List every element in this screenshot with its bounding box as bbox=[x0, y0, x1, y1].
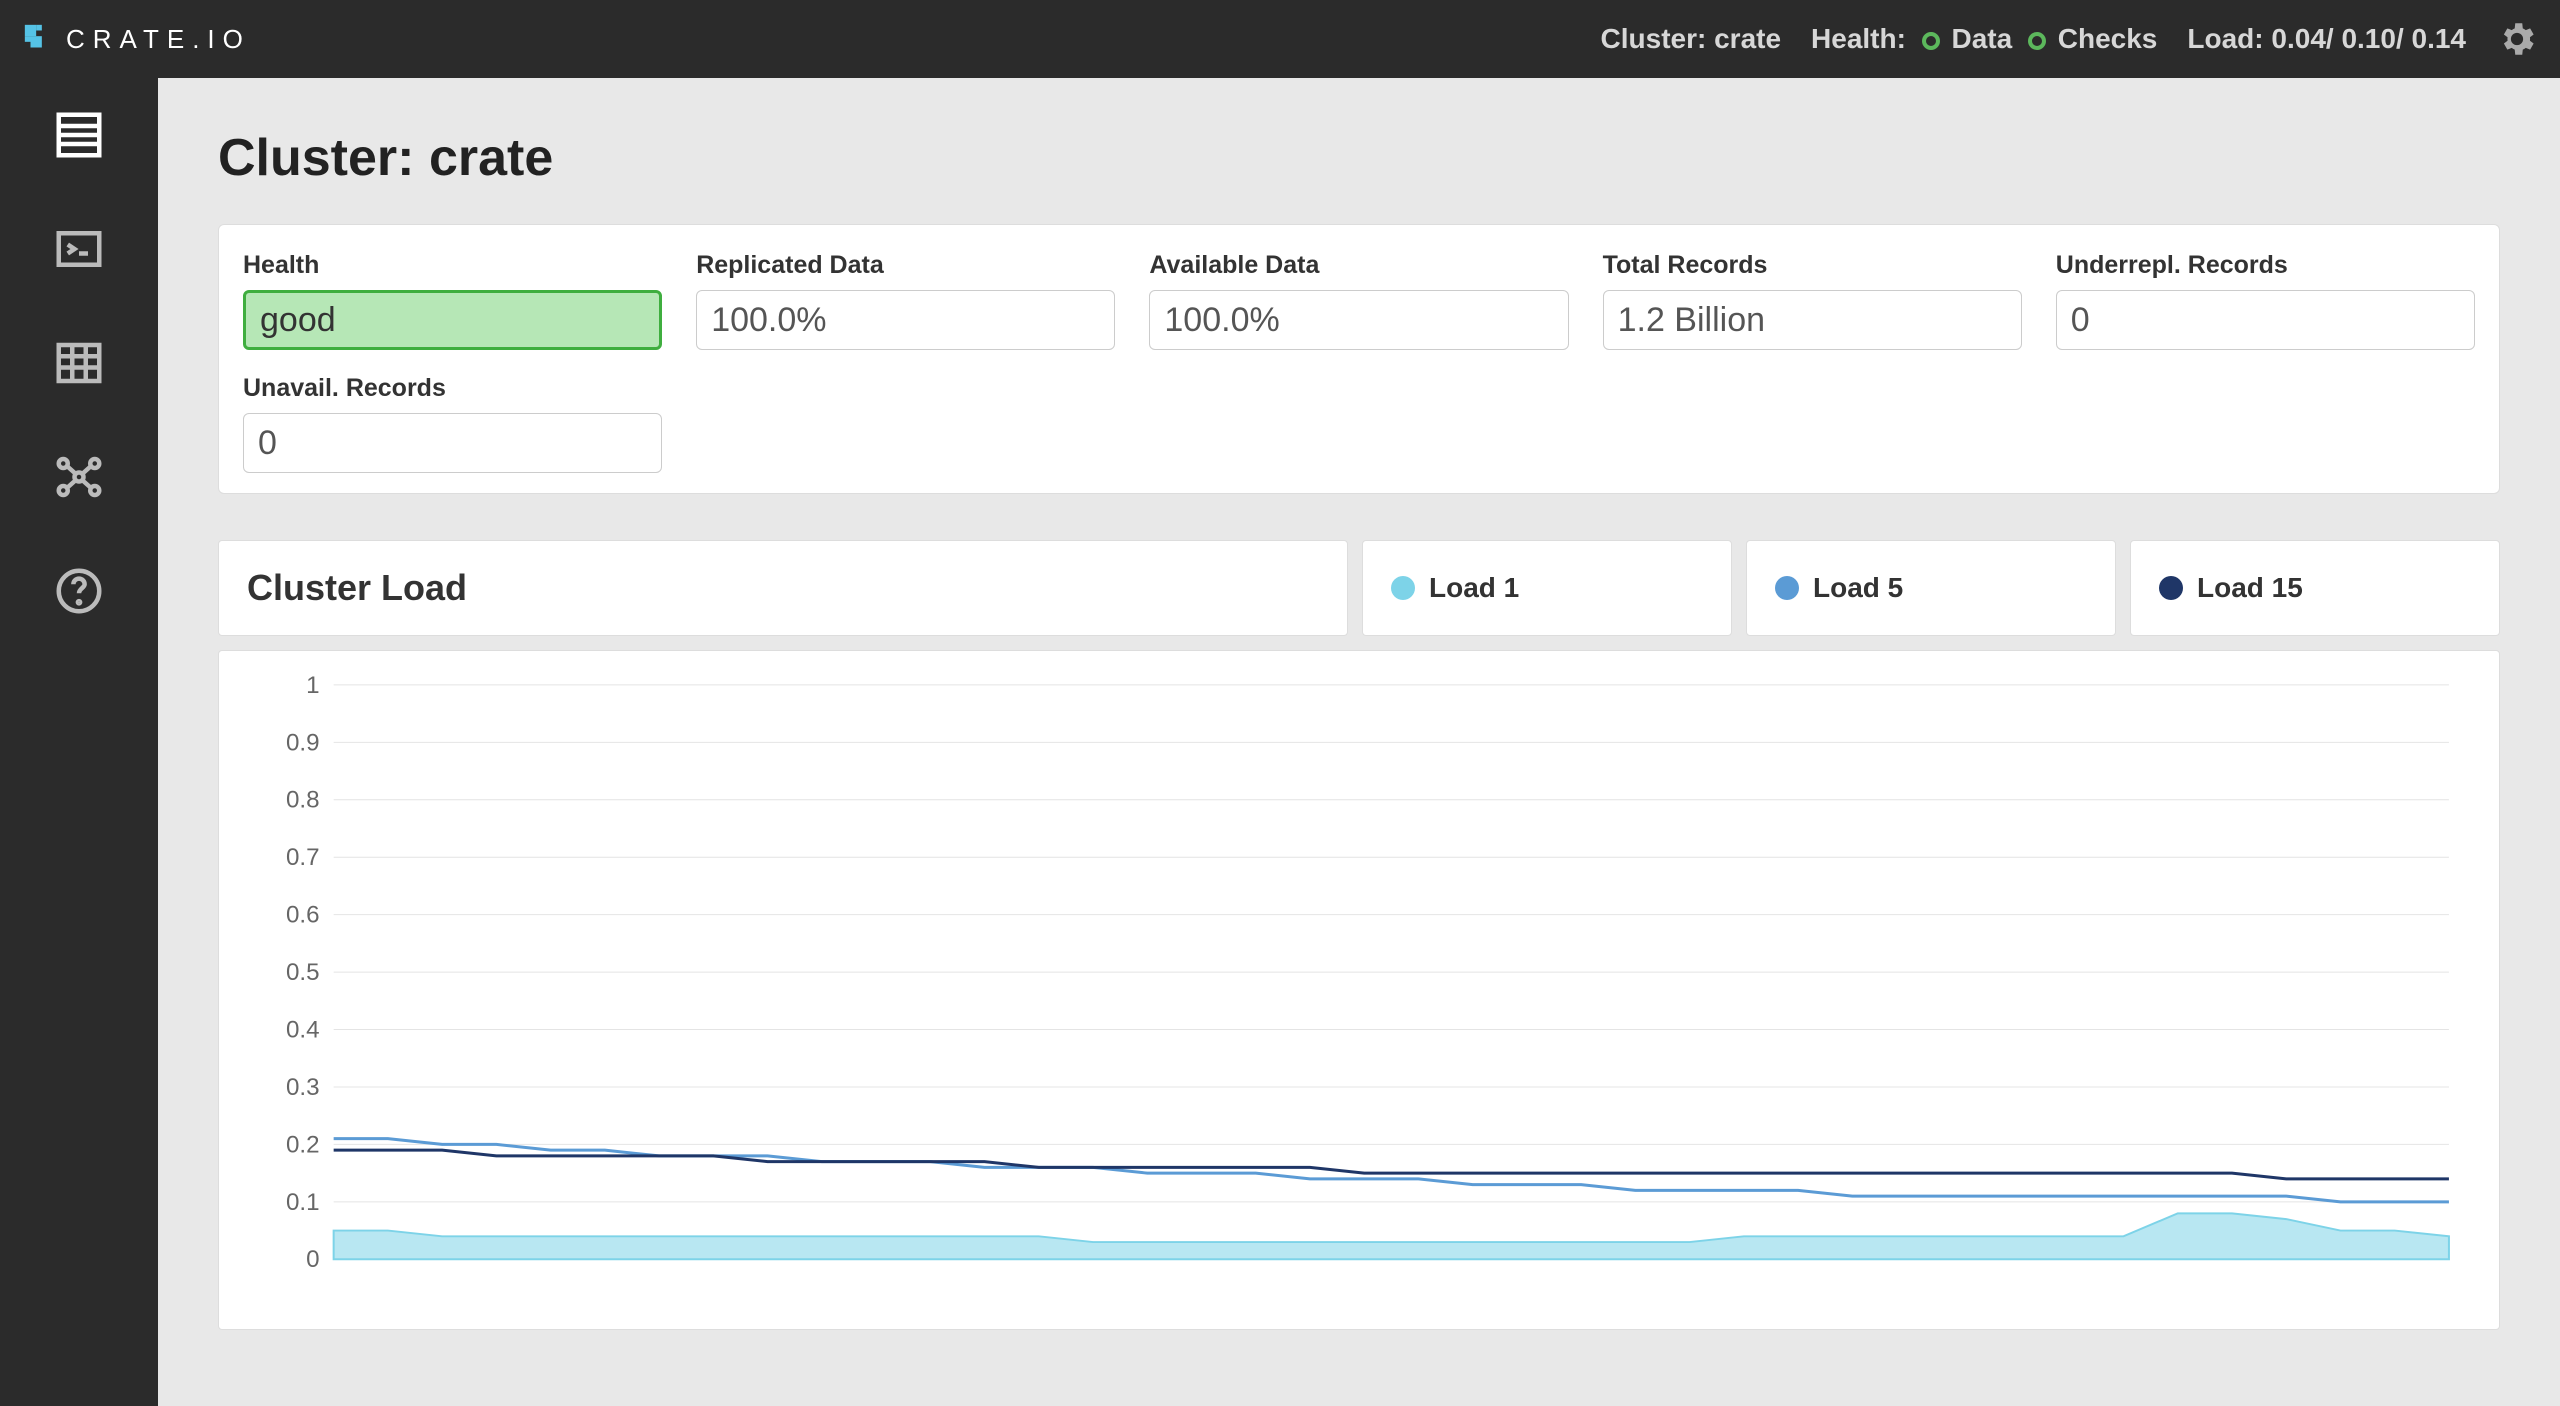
legend-dot-icon bbox=[1775, 576, 1799, 600]
settings-gear-icon[interactable] bbox=[2496, 18, 2538, 60]
svg-text:0.5: 0.5 bbox=[286, 959, 320, 986]
chart-header-row: Cluster Load Load 1 Load 5 Load 15 bbox=[218, 540, 2500, 636]
stat-value: good bbox=[243, 290, 662, 350]
stat-block: Health good bbox=[243, 251, 662, 350]
checks-health-dot-icon bbox=[2028, 32, 2046, 50]
console-icon bbox=[52, 222, 106, 276]
sidebar-nav bbox=[0, 78, 158, 1406]
stat-label: Available Data bbox=[1149, 251, 1568, 280]
brand-logo[interactable]: CRATE.IO bbox=[22, 22, 251, 56]
sidebar-item-overview[interactable] bbox=[52, 108, 106, 162]
legend-item[interactable]: Load 1 bbox=[1362, 540, 1732, 636]
svg-text:0.9: 0.9 bbox=[286, 729, 320, 756]
stat-value: 100.0% bbox=[696, 290, 1115, 350]
tables-icon bbox=[52, 336, 106, 390]
sidebar-item-tables[interactable] bbox=[52, 336, 106, 390]
sidebar-item-cluster[interactable] bbox=[52, 450, 106, 504]
chart-title: Cluster Load bbox=[218, 540, 1348, 636]
cluster-load-section: Cluster Load Load 1 Load 5 Load 15 0 0.1 0.2… bbox=[218, 540, 2500, 1330]
stat-label: Underrepl. Records bbox=[2056, 251, 2475, 280]
legend-dot-icon bbox=[2159, 576, 2183, 600]
stat-label: Unavail. Records bbox=[243, 374, 662, 403]
app-header: CRATE.IO Cluster: crate Health: Data Che… bbox=[0, 0, 2560, 78]
svg-text:0.8: 0.8 bbox=[286, 787, 320, 814]
stat-block: Available Data 100.0% bbox=[1149, 251, 1568, 350]
chart-body: 0 0.1 0.2 0.3 0.4 0.5 0.6 0.7 0.8 0.9 1 bbox=[218, 650, 2500, 1330]
svg-text:1: 1 bbox=[306, 675, 319, 699]
stat-block: Unavail. Records 0 bbox=[243, 374, 662, 473]
sidebar-item-help[interactable] bbox=[52, 564, 106, 618]
header-cluster: Cluster: crate bbox=[1601, 23, 1782, 55]
stat-label: Replicated Data bbox=[696, 251, 1115, 280]
data-health-dot-icon bbox=[1922, 32, 1940, 50]
stat-block: Underrepl. Records 0 bbox=[2056, 251, 2475, 350]
legend-item[interactable]: Load 15 bbox=[2130, 540, 2500, 636]
stat-label: Total Records bbox=[1603, 251, 2022, 280]
header-load: Load: 0.04/ 0.10/ 0.14 bbox=[2187, 23, 2466, 55]
svg-text:0.3: 0.3 bbox=[286, 1074, 320, 1101]
main-content: Cluster: crate Health good Replicated Data… bbox=[158, 78, 2560, 1406]
stat-value: 0 bbox=[243, 413, 662, 473]
overview-icon bbox=[52, 108, 106, 162]
stat-value: 100.0% bbox=[1149, 290, 1568, 350]
cluster-load-chart: 0 0.1 0.2 0.3 0.4 0.5 0.6 0.7 0.8 0.9 1 bbox=[243, 675, 2459, 1289]
svg-text:0.6: 0.6 bbox=[286, 902, 320, 929]
legend-dot-icon bbox=[1391, 576, 1415, 600]
stat-block: Total Records 1.2 Billion bbox=[1603, 251, 2022, 350]
legend-label: Load 1 bbox=[1429, 572, 1519, 604]
stat-value: 0 bbox=[2056, 290, 2475, 350]
page-title: Cluster: crate bbox=[218, 128, 2500, 188]
cluster-graph-icon bbox=[52, 450, 106, 504]
legend-label: Load 5 bbox=[1813, 572, 1903, 604]
stat-block: Replicated Data 100.0% bbox=[696, 251, 1115, 350]
stat-value: 1.2 Billion bbox=[1603, 290, 2022, 350]
legend-item[interactable]: Load 5 bbox=[1746, 540, 2116, 636]
sidebar-item-console[interactable] bbox=[52, 222, 106, 276]
help-icon bbox=[52, 564, 106, 618]
svg-text:0.7: 0.7 bbox=[286, 844, 320, 871]
svg-text:0.1: 0.1 bbox=[286, 1189, 320, 1216]
stat-label: Health bbox=[243, 251, 662, 280]
header-status-bar: Cluster: crate Health: Data Checks Load:… bbox=[1601, 18, 2538, 60]
legend-label: Load 15 bbox=[2197, 572, 2303, 604]
svg-text:0.2: 0.2 bbox=[286, 1132, 320, 1159]
stats-panel: HealthgoodReplicated Data100.0%Available… bbox=[218, 224, 2500, 494]
brand-text: CRATE.IO bbox=[66, 24, 251, 55]
crate-logo-icon bbox=[22, 22, 56, 56]
svg-text:0: 0 bbox=[306, 1246, 319, 1273]
svg-text:0.4: 0.4 bbox=[286, 1017, 320, 1044]
header-health: Health: Data Checks bbox=[1811, 23, 2157, 55]
